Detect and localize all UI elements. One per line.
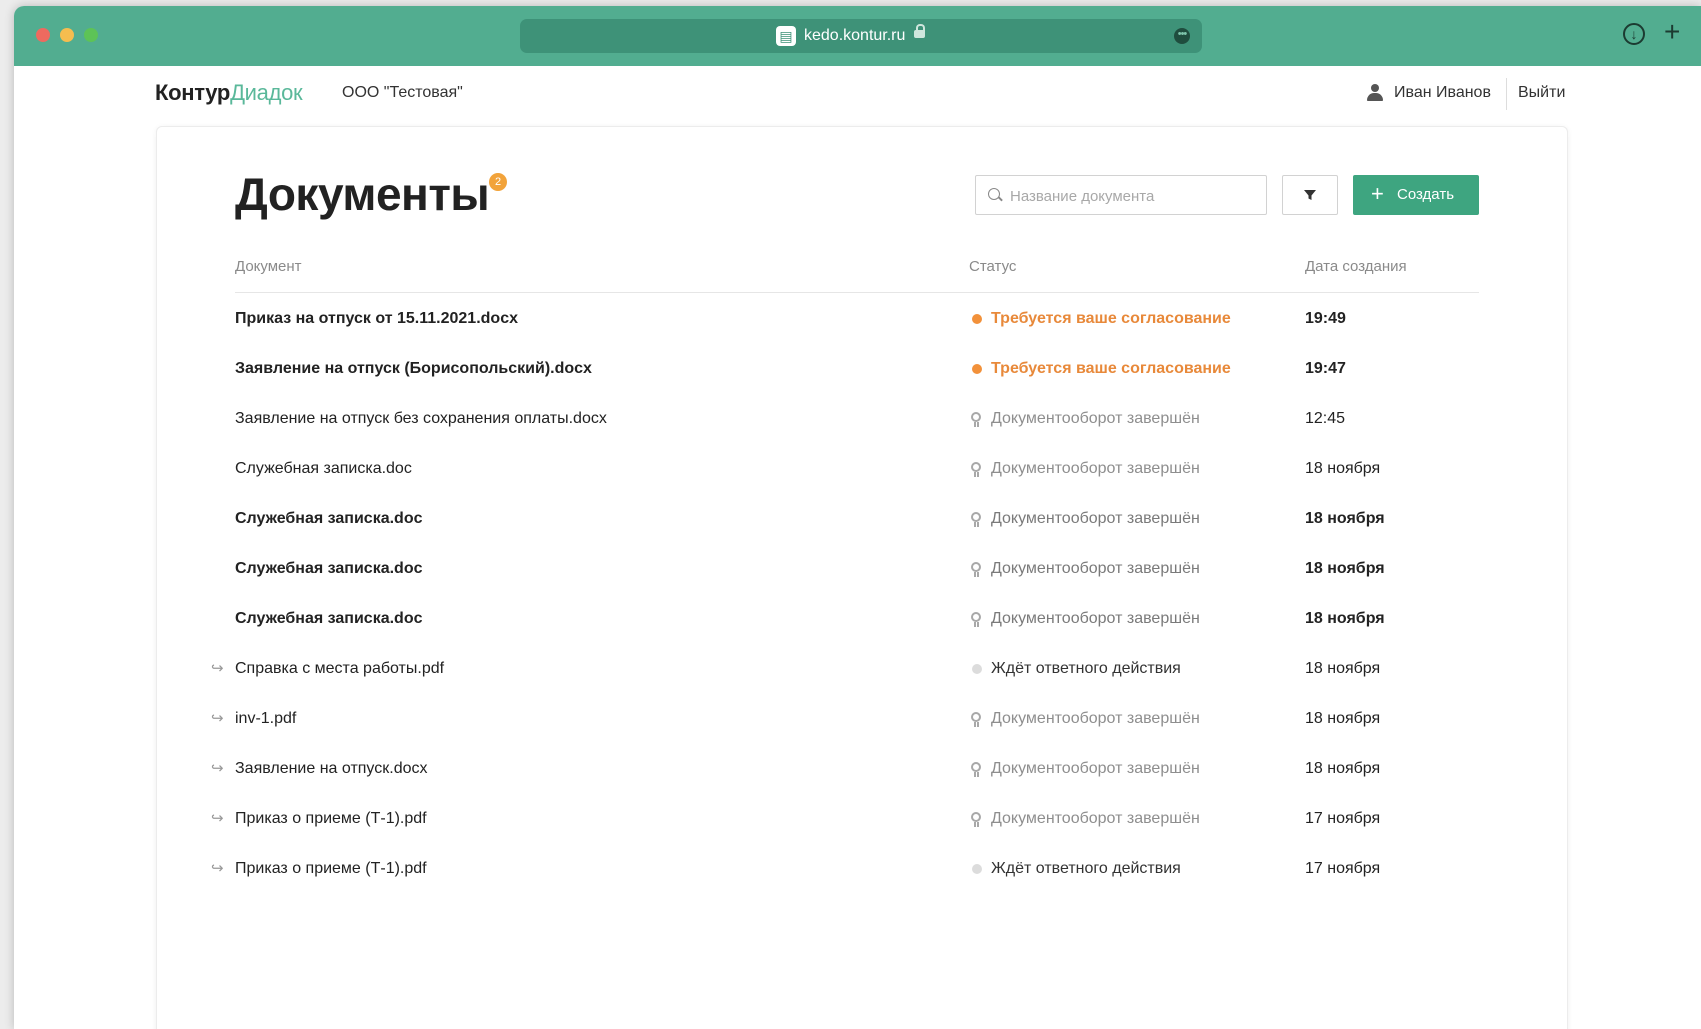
organization-name[interactable]: ООО "Тестовая" [342,84,463,102]
document-status: Документооборот завершён [991,460,1200,477]
document-name[interactable]: Заявление на отпуск (Борисопольский).doc… [235,360,592,378]
more-icon[interactable]: ••• [1174,28,1190,44]
document-status: Документооборот завершён [991,760,1200,777]
logo-text-diadoc: Диадок [230,80,303,105]
document-name[interactable]: Приказ на отпуск от 15.11.2021.docx [235,310,518,328]
document-status: Документооборот завершён [991,710,1200,727]
grey-dot-icon [971,662,983,676]
logo[interactable]: КонтурДиадок [155,80,303,106]
table-row[interactable]: ↪ inv-1.pdf Документооборот завершён 18 ноя… [157,693,1567,747]
filter-icon [1304,190,1316,200]
header-divider [1506,78,1507,110]
document-date: 19:49 [1305,310,1346,327]
document-date: 18 ноября [1305,560,1385,577]
document-name[interactable]: Справка с места работы.pdf [235,660,444,678]
seal-icon [971,412,983,427]
forward-arrow-icon: ↪ [211,660,224,677]
table-row[interactable]: ↪ Заявление на отпуск.docx Документооборот… [157,743,1567,797]
table-row[interactable]: Служебная записка.doc Документооборот зав… [157,543,1567,597]
new-tab-icon[interactable]: + [1664,18,1680,46]
document-name[interactable]: Приказ о приеме (Т-1).pdf [235,810,427,828]
logo-text-kontur: Контур [155,80,231,105]
address-bar[interactable]: ▤ kedo.kontur.ru ••• [520,19,1202,53]
document-status: Документооборот завершён [991,610,1200,627]
seal-icon [971,562,983,577]
download-icon[interactable]: ↓ [1623,23,1645,45]
table-row[interactable]: Служебная записка.doc Документооборот зав… [157,443,1567,497]
seal-icon [971,712,983,727]
unread-count-badge: 2 [489,173,507,191]
seal-icon [971,812,983,827]
table-row[interactable]: Приказ на отпуск от 15.11.2021.docx Требу… [157,293,1567,347]
table-row[interactable]: Служебная записка.doc Документооборот зав… [157,493,1567,547]
seal-icon [971,512,983,527]
browser-titlebar: ▤ kedo.kontur.ru ••• ↓ + [14,6,1701,66]
document-name[interactable]: Служебная записка.doc [235,510,422,528]
lock-icon [914,24,925,38]
user-name[interactable]: Иван Иванов [1394,84,1491,102]
document-date: 18 ноября [1305,760,1381,777]
table-row[interactable]: Служебная записка.doc Документооборот зав… [157,593,1567,647]
document-name[interactable]: Служебная записка.doc [235,560,422,578]
document-name[interactable]: Приказ о приеме (Т-1).pdf [235,860,427,878]
document-date: 18 ноября [1305,710,1381,727]
document-status: Требуется ваше согласование [991,310,1231,327]
minimize-window-button[interactable] [60,28,74,42]
grey-dot-icon [971,862,983,876]
page-title: Документы [235,168,490,220]
create-button[interactable]: + Создать [1353,175,1479,215]
document-name[interactable]: Служебная записка.doc [235,460,412,478]
document-name[interactable]: Служебная записка.doc [235,610,422,628]
plus-icon: + [1371,181,1384,206]
close-window-button[interactable] [36,28,50,42]
seal-icon [971,462,983,477]
document-status: Документооборот завершён [991,510,1200,527]
filter-button[interactable] [1282,175,1338,215]
forward-arrow-icon: ↪ [211,860,224,877]
logout-link[interactable]: Выйти [1518,84,1565,102]
orange-dot-icon [971,312,983,326]
user-icon [1366,84,1384,102]
table-row[interactable]: Заявление на отпуск без сохранения оплат… [157,393,1567,447]
document-date: 19:47 [1305,360,1346,377]
document-status: Ждёт ответного действия [991,660,1181,677]
document-name[interactable]: Заявление на отпуск без сохранения оплат… [235,410,607,428]
document-name[interactable]: inv-1.pdf [235,710,296,728]
document-status: Документооборот завершён [991,810,1200,827]
site-favicon-icon: ▤ [776,26,796,46]
document-date: 18 ноября [1305,610,1385,627]
document-date: 12:45 [1305,410,1346,427]
column-header-document[interactable]: Документ [235,258,302,275]
table-row[interactable]: Заявление на отпуск (Борисопольский).doc… [157,343,1567,397]
document-status: Требуется ваше согласование [991,360,1231,377]
document-date: 18 ноября [1305,460,1381,477]
seal-icon [971,762,983,777]
forward-arrow-icon: ↪ [211,710,224,727]
document-status: Документооборот завершён [991,560,1200,577]
orange-dot-icon [971,362,983,376]
search-icon [988,188,1000,200]
forward-arrow-icon: ↪ [211,760,224,777]
document-status: Документооборот завершён [991,410,1200,427]
document-status: Ждёт ответного действия [991,860,1181,877]
maximize-window-button[interactable] [84,28,98,42]
document-date: 18 ноября [1305,510,1385,527]
table-row[interactable]: ↪ Приказ о приеме (Т-1).pdf Ждёт ответного… [157,843,1567,897]
forward-arrow-icon: ↪ [211,810,224,827]
documents-card: Документы 2 + Создать Документ Статус Да… [156,126,1568,1029]
search-input[interactable] [1008,176,1262,216]
seal-icon [971,612,983,627]
document-date: 17 ноября [1305,860,1381,877]
table-row[interactable]: ↪ Приказ о приеме (Т-1).pdf Документооборо… [157,793,1567,847]
search-field[interactable] [975,175,1267,216]
document-name[interactable]: Заявление на отпуск.docx [235,760,428,778]
url-text: kedo.kontur.ru [804,27,906,44]
create-button-label: Создать [1397,186,1455,203]
column-header-status[interactable]: Статус [969,258,1016,275]
column-header-date[interactable]: Дата создания [1305,258,1407,275]
document-date: 18 ноября [1305,660,1381,677]
table-row[interactable]: ↪ Справка с места работы.pdf Ждёт ответног… [157,643,1567,697]
browser-window: ▤ kedo.kontur.ru ••• ↓ + КонтурДиадок ОО… [14,6,1701,1029]
document-date: 17 ноября [1305,810,1381,827]
